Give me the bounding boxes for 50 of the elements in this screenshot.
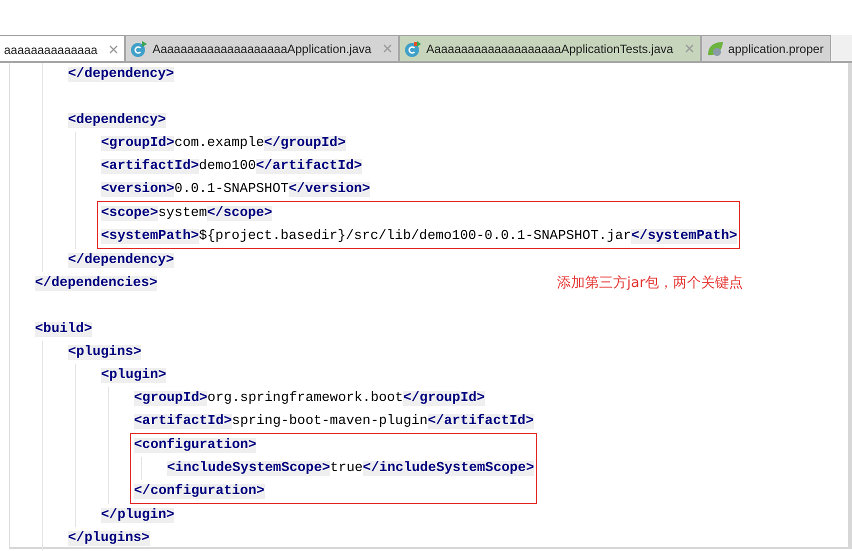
xml-tag: </dependencies>	[35, 276, 158, 291]
xml-tag: </artifactId>	[256, 159, 362, 174]
xml-tag: <plugins>	[68, 345, 142, 360]
close-icon[interactable]	[685, 44, 694, 53]
xml-tag: </groupId>	[403, 391, 485, 406]
tag-value: ${project.basedir}/src/lib/demo100-0.0.1-SNAPSHOT.jar	[198, 229, 632, 244]
class-icon	[130, 40, 148, 58]
xml-tag: <groupId>	[134, 391, 208, 406]
tab-label: AaaaaaaaaaaaaaaaaaaaApplication.java	[152, 40, 372, 58]
xml-tag: </dependency>	[68, 67, 174, 82]
xml-tag: </plugin>	[101, 508, 174, 523]
tag-value: spring-boot-maven-plugin	[232, 414, 428, 429]
xml-tag: </scope>	[207, 206, 272, 221]
xml-tag: <version>	[101, 182, 174, 197]
xml-tag: <configuration>	[134, 438, 256, 453]
editor-tab[interactable]: aaaaaaaaaaaaaa	[0, 35, 126, 61]
editor-tab[interactable]: AaaaaaaaaaaaaaaaaaaaApplicationTests.java	[399, 35, 702, 61]
xml-tag: <includeSystemScope>	[167, 461, 330, 476]
xml-tag: </includeSystemScope>	[362, 461, 534, 476]
tab-label: aaaaaaaaaaaaaa	[4, 42, 98, 58]
xml-tag: <scope>	[101, 206, 158, 221]
xml-tag: </groupId>	[264, 136, 346, 151]
xml-tag: </dependency>	[68, 253, 174, 268]
tag-value: demo100	[198, 159, 256, 174]
tab-label: application.proper	[728, 40, 824, 58]
annotation-text: 添加第三方jar包，两个关键点	[557, 274, 744, 293]
tag-value: 0.0.1-SNAPSHOT	[174, 182, 289, 197]
tag-value: system	[158, 206, 208, 221]
xml-tag: </systemPath>	[631, 229, 738, 244]
leaf-icon	[706, 40, 724, 58]
xml-tag: <artifactId>	[134, 414, 232, 429]
tag-value: com.example	[174, 136, 264, 151]
close-icon[interactable]	[383, 44, 392, 53]
editor-tab[interactable]: application.proper	[701, 35, 831, 61]
tab-label: AaaaaaaaaaaaaaaaaaaaApplicationTests.java	[426, 40, 674, 58]
class-icon	[404, 40, 422, 58]
xml-tag: </configuration>	[134, 484, 265, 499]
xml-tag: </artifactId>	[428, 414, 534, 429]
editor-tab[interactable]: AaaaaaaaaaaaaaaaaaaaApplication.java	[125, 35, 400, 61]
xml-tag: <dependency>	[68, 113, 166, 128]
xml-tag: </version>	[288, 182, 370, 197]
xml-tag: </plugins>	[68, 531, 150, 546]
xml-tag: <plugin>	[101, 368, 166, 383]
xml-tag: <systemPath>	[101, 229, 199, 244]
tag-value: org.springframework.boot	[207, 391, 404, 406]
close-icon[interactable]	[109, 45, 118, 54]
xml-tag: <build>	[35, 322, 92, 337]
xml-tag: <groupId>	[101, 136, 174, 151]
tag-value: true	[330, 461, 363, 476]
xml-tag: <artifactId>	[101, 159, 199, 174]
